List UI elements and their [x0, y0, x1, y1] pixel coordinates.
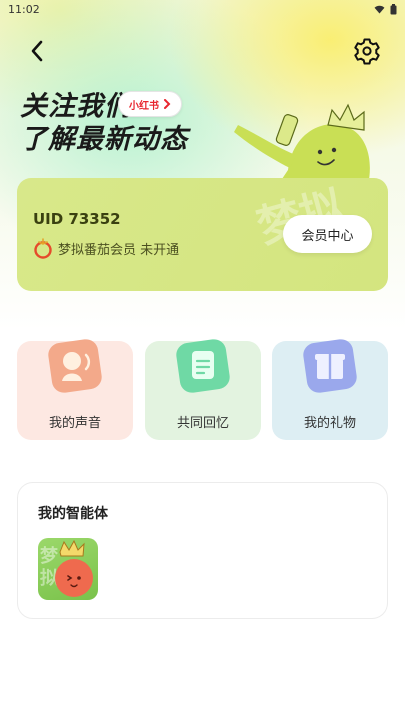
shared-memories-label: 共同回忆 — [176, 416, 229, 431]
my-agents-card: 我的智能体 梦 拟 — [17, 482, 388, 619]
membership-status: 梦拟番茄会员 未开通 — [33, 237, 179, 259]
avatar-watermark-1: 梦 — [40, 545, 59, 567]
voice-profile-icon — [48, 339, 102, 393]
status-time: 11:02 — [8, 2, 40, 16]
wifi-icon — [374, 5, 385, 14]
status-bar: 11:02 — [0, 0, 405, 18]
my-gifts-card[interactable]: 我的礼物 — [272, 339, 388, 440]
memory-document-icon — [176, 339, 230, 393]
gift-icon — [303, 339, 357, 393]
my-agents-title: 我的智能体 — [38, 506, 108, 522]
agent-avatar[interactable]: 梦 拟 — [38, 538, 98, 600]
my-voice-card[interactable]: 我的声音 — [17, 339, 133, 440]
member-center-button[interactable]: 会员中心 — [283, 215, 372, 253]
gear-icon — [354, 38, 380, 65]
tomato-king-avatar: 梦 拟 — [40, 539, 93, 597]
back-button[interactable] — [24, 38, 50, 64]
follow-line-2: 了解最新动态 — [20, 124, 188, 155]
shared-memories-card[interactable]: 共同回忆 — [145, 339, 261, 440]
chevron-right-icon — [164, 99, 171, 109]
status-icons — [374, 3, 397, 15]
battery-icon — [390, 3, 397, 14]
membership-status-text: 梦拟番茄会员 未开通 — [58, 242, 180, 258]
tomato-icon — [34, 238, 52, 259]
my-voice-label: 我的声音 — [48, 416, 101, 431]
chevron-left-icon — [31, 40, 43, 62]
my-gifts-label: 我的礼物 — [303, 416, 356, 431]
mascot-illustration — [234, 103, 370, 185]
xiaohongshu-label: 小红书 — [129, 100, 159, 112]
uid-label: UID 73352 — [33, 210, 121, 228]
member-card: 梦拟 UID 73352 梦拟番茄会员 未开通 会员中心 — [17, 178, 388, 291]
xiaohongshu-link[interactable]: 小红书 — [118, 91, 182, 117]
settings-button[interactable] — [352, 36, 382, 66]
